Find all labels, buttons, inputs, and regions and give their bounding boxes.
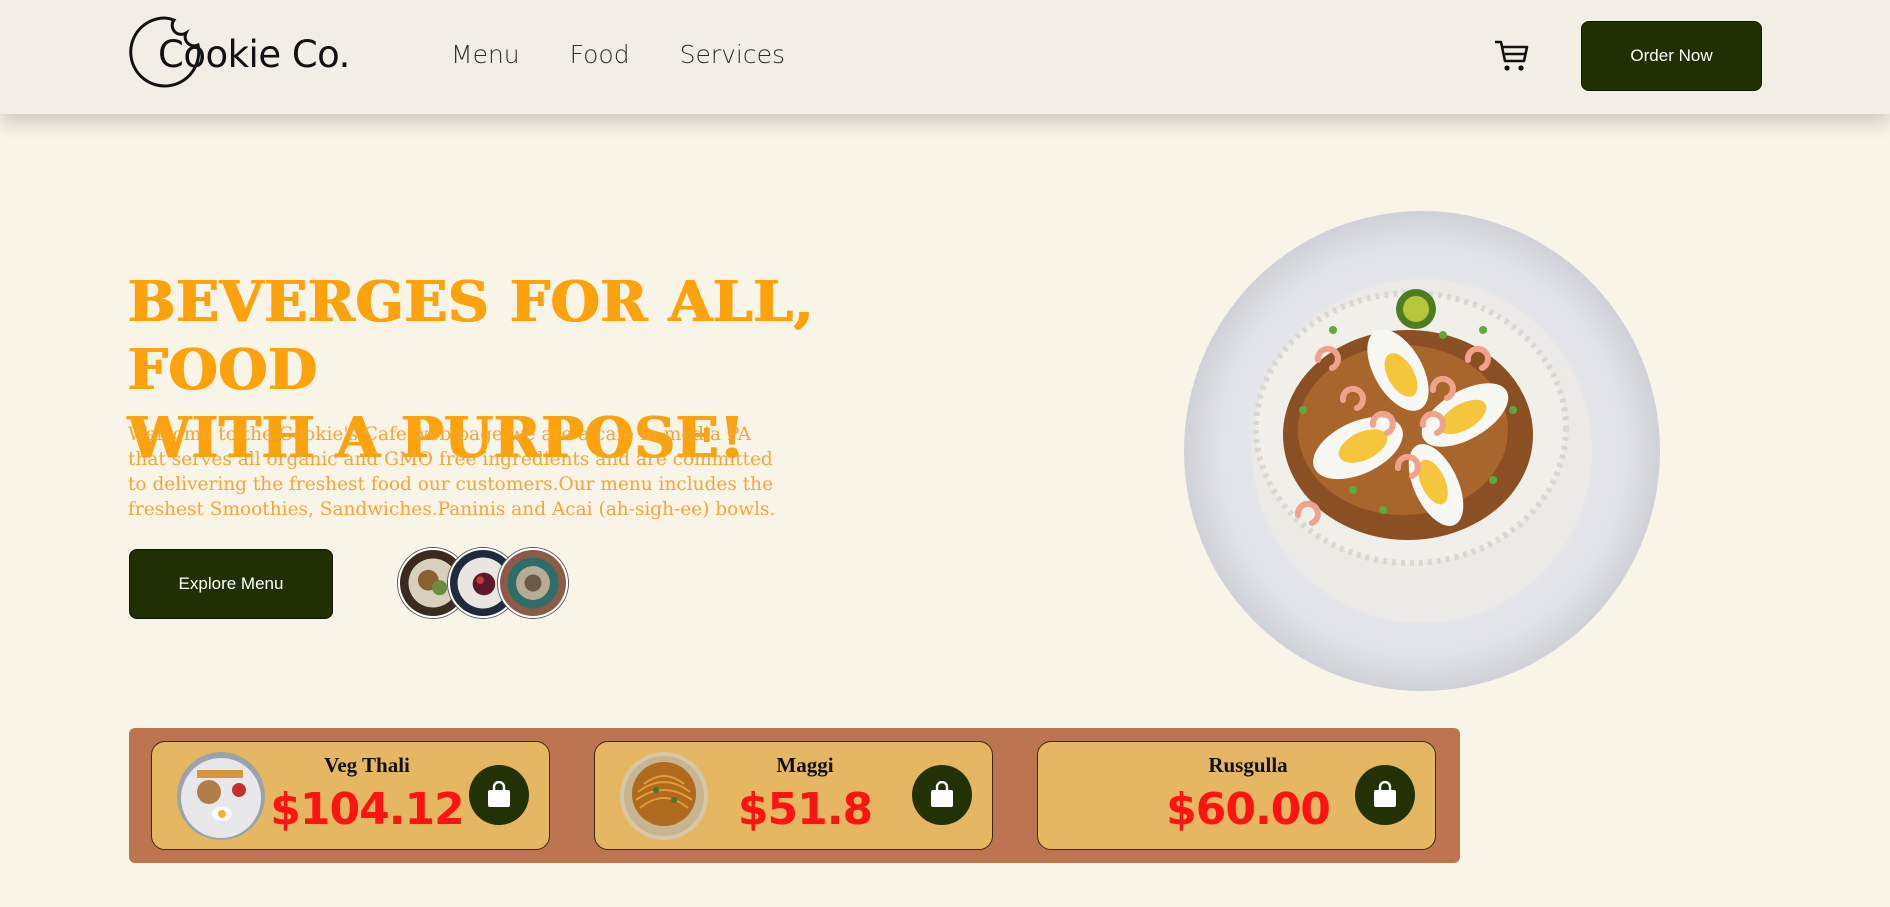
hero-dish-image: [1184, 211, 1660, 691]
product-name: Maggi: [776, 753, 834, 777]
hero-intro: Welcome to the Cookie's Cafe web page.we…: [128, 424, 776, 520]
product-card[interactable]: Veg Thali $104.12: [151, 741, 550, 850]
dish-thumbnail[interactable]: [498, 548, 568, 618]
nav-food[interactable]: Food: [570, 40, 630, 69]
product-card[interactable]: Rusgulla $60.00: [1037, 741, 1436, 850]
nav-services[interactable]: Services: [680, 40, 785, 69]
order-now-button[interactable]: Order Now: [1581, 21, 1762, 91]
shopping-bag-icon: [488, 781, 510, 807]
main-nav: Menu Food Services: [451, 40, 835, 69]
explore-menu-button[interactable]: Explore Menu: [129, 549, 333, 619]
shopping-cart-icon[interactable]: [1492, 36, 1530, 74]
shopping-bag-icon: [931, 781, 953, 807]
product-price: $51.8: [737, 784, 873, 835]
product-image-veg-thali: [177, 752, 265, 840]
site-header: Cookie Co. Menu Food Services Order Now: [0, 0, 1890, 114]
product-card[interactable]: Maggi $51.8: [594, 741, 993, 850]
featured-products: Veg Thali $104.12 Maggi $51.8 Rusgulla $…: [129, 728, 1460, 863]
nav-menu[interactable]: Menu: [451, 40, 520, 69]
add-to-bag-button[interactable]: [469, 765, 529, 825]
product-price: $60.00: [1166, 784, 1331, 835]
logo[interactable]: Cookie Co.: [128, 15, 358, 89]
shopping-bag-icon: [1374, 781, 1396, 807]
product-name: Rusgulla: [1208, 753, 1288, 777]
product-image-maggi: [620, 752, 708, 840]
product-price: $104.12: [270, 784, 464, 835]
logo-text: Cookie Co.: [158, 33, 350, 76]
add-to-bag-button[interactable]: [1355, 765, 1415, 825]
headline-line-1: BEVERGES FOR ALL, FOOD: [128, 269, 815, 403]
add-to-bag-button[interactable]: [912, 765, 972, 825]
dish-thumbnails: [398, 548, 570, 620]
product-name: Veg Thali: [324, 753, 410, 777]
